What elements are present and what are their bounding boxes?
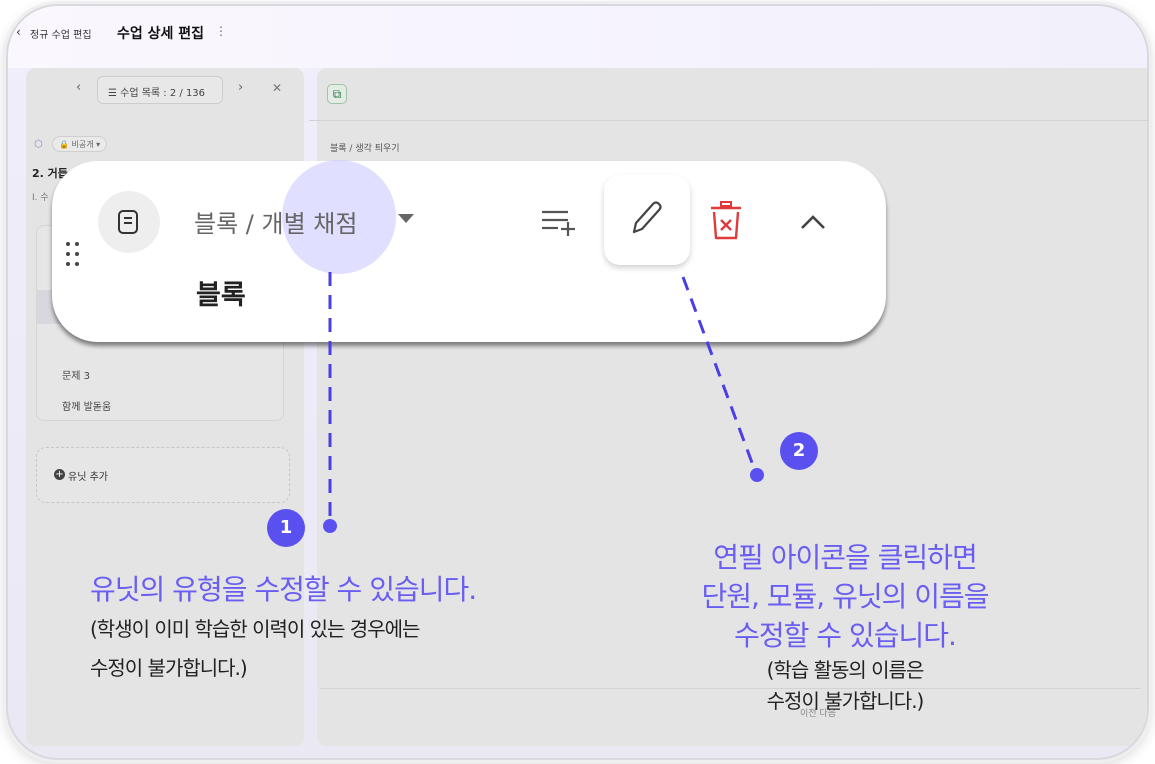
callout-dot-2 xyxy=(750,468,764,482)
caption-1-sub: (학생이 이미 학습한 이력이 있는 경우에는 xyxy=(90,617,420,641)
block-toolbar-popup xyxy=(52,161,886,342)
caption-1-sub: 수정이 불가합니다.) xyxy=(90,656,248,680)
caption-1-main: 유닛의 유형을 수정할 수 있습니다. xyxy=(90,573,477,606)
content-breadcrumb: 블록 / 생각 틔우기 xyxy=(330,144,400,154)
callout-dot-1 xyxy=(323,519,337,533)
caption-2-line: 수정할 수 있습니다. xyxy=(734,619,957,652)
caption-2-line: 연필 아이콘을 클릭하면 xyxy=(713,541,977,574)
add-list-icon[interactable] xyxy=(540,205,582,237)
block-name: 블록 xyxy=(196,280,246,311)
page-title: 수업 상세 편집 xyxy=(117,26,205,42)
unit-subtitle: I. 수 xyxy=(32,193,49,203)
visibility-dropdown[interactable]: 🔒 비공개 ▾ xyxy=(52,136,108,152)
caption-2-line: 단원, 모듈, 유닛의 이름을 xyxy=(701,580,989,613)
prev-lesson-button[interactable]: ‹ xyxy=(76,80,81,95)
lesson-list-selector[interactable]: ☰ 수업 목록 : 2 / 136 xyxy=(97,76,223,104)
drag-handle-icon[interactable] xyxy=(66,242,82,272)
callout-marker-1: 1 xyxy=(267,509,305,547)
divider xyxy=(309,120,1149,121)
add-unit-label[interactable]: 유닛 추가 xyxy=(68,468,108,483)
caption-2: 연필 아이콘을 클릭하면 단원, 모듈, 유닛의 이름을 수정할 수 있습니다.… xyxy=(640,538,1050,717)
caption-2-sub: 수정이 불가합니다.) xyxy=(766,689,925,713)
back-icon[interactable]: ‹ xyxy=(16,25,21,39)
chevron-up-icon[interactable] xyxy=(798,212,828,232)
layers-icon[interactable]: ⧉ xyxy=(327,84,347,104)
cube-icon: ⬡ xyxy=(34,139,43,150)
breadcrumb[interactable]: 정규 수업 편집 xyxy=(30,26,92,41)
trash-icon[interactable] xyxy=(709,200,743,242)
close-icon[interactable]: ✕ xyxy=(272,81,282,95)
callout-marker-2: 2 xyxy=(780,432,818,470)
next-lesson-button[interactable]: › xyxy=(238,80,243,95)
pencil-icon[interactable] xyxy=(628,198,664,238)
list-item[interactable]: 문제 3 xyxy=(62,367,90,382)
document-icon xyxy=(118,210,138,234)
plus-circle-icon: + xyxy=(54,469,65,480)
unit-type-dropdown[interactable]: 블록 / 개별 채점 xyxy=(194,204,357,239)
more-icon[interactable]: ⋮ xyxy=(215,24,227,38)
caret-down-icon[interactable] xyxy=(398,214,414,223)
caption-2-sub: (학습 활동의 이름은 xyxy=(766,658,925,682)
list-item[interactable]: 함께 발돋움 xyxy=(62,398,111,413)
